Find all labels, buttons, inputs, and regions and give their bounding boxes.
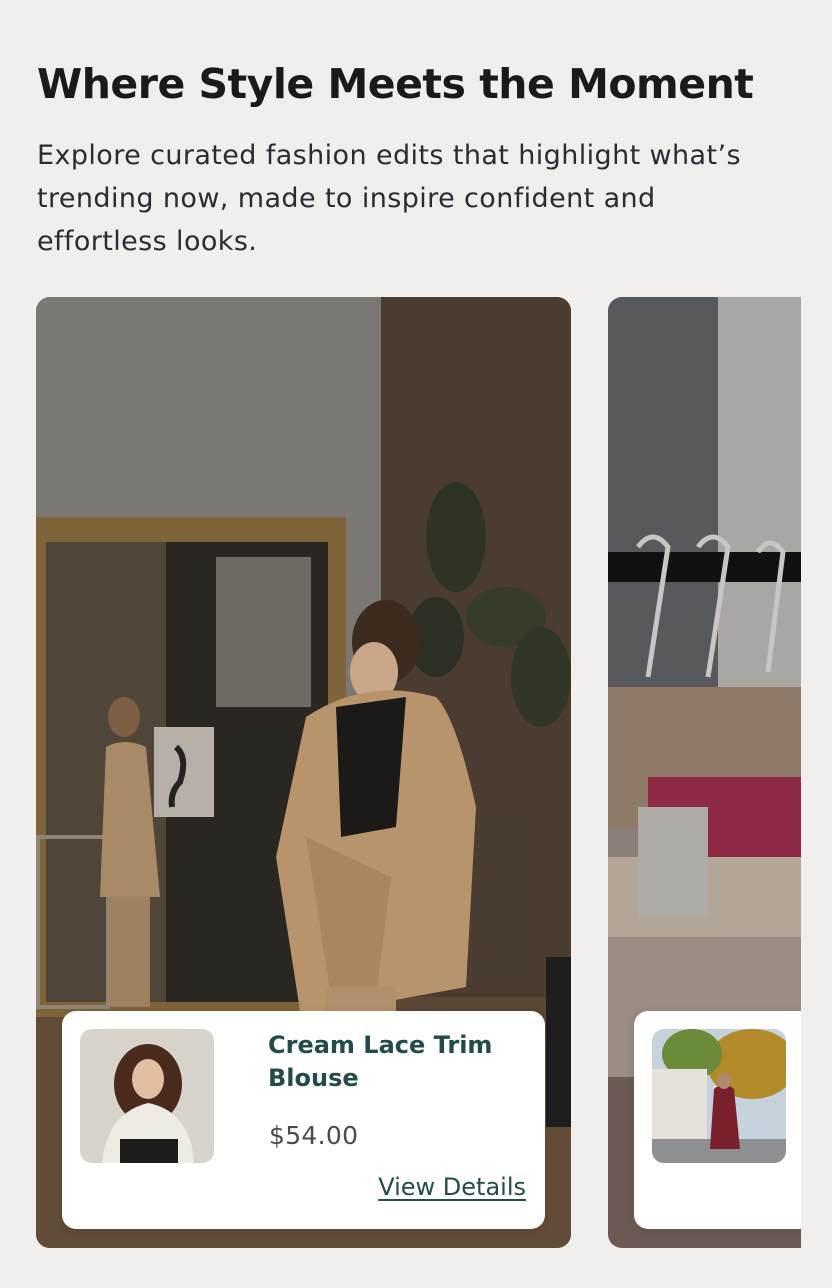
section-description: Explore curated fashion edits that highl… — [37, 140, 741, 257]
lookbook-carousel[interactable]: Cream Lace Trim Blouse $54.00 View Detai… — [36, 297, 801, 1248]
view-details-link[interactable]: View Details — [378, 1173, 526, 1201]
product-card[interactable] — [634, 1011, 801, 1229]
product-price: $54.00 — [269, 1121, 359, 1150]
product-card[interactable]: Cream Lace Trim Blouse $54.00 View Detai… — [62, 1011, 545, 1229]
product-thumbnail[interactable] — [652, 1029, 786, 1163]
section-title: Where Style Meets the Moment — [37, 60, 754, 108]
product-thumbnail[interactable] — [80, 1029, 214, 1163]
lookbook-slide[interactable]: Cream Lace Trim Blouse $54.00 View Detai… — [36, 297, 571, 1248]
product-name: Cream Lace Trim Blouse — [268, 1031, 493, 1092]
lookbook-slide[interactable] — [608, 297, 801, 1248]
